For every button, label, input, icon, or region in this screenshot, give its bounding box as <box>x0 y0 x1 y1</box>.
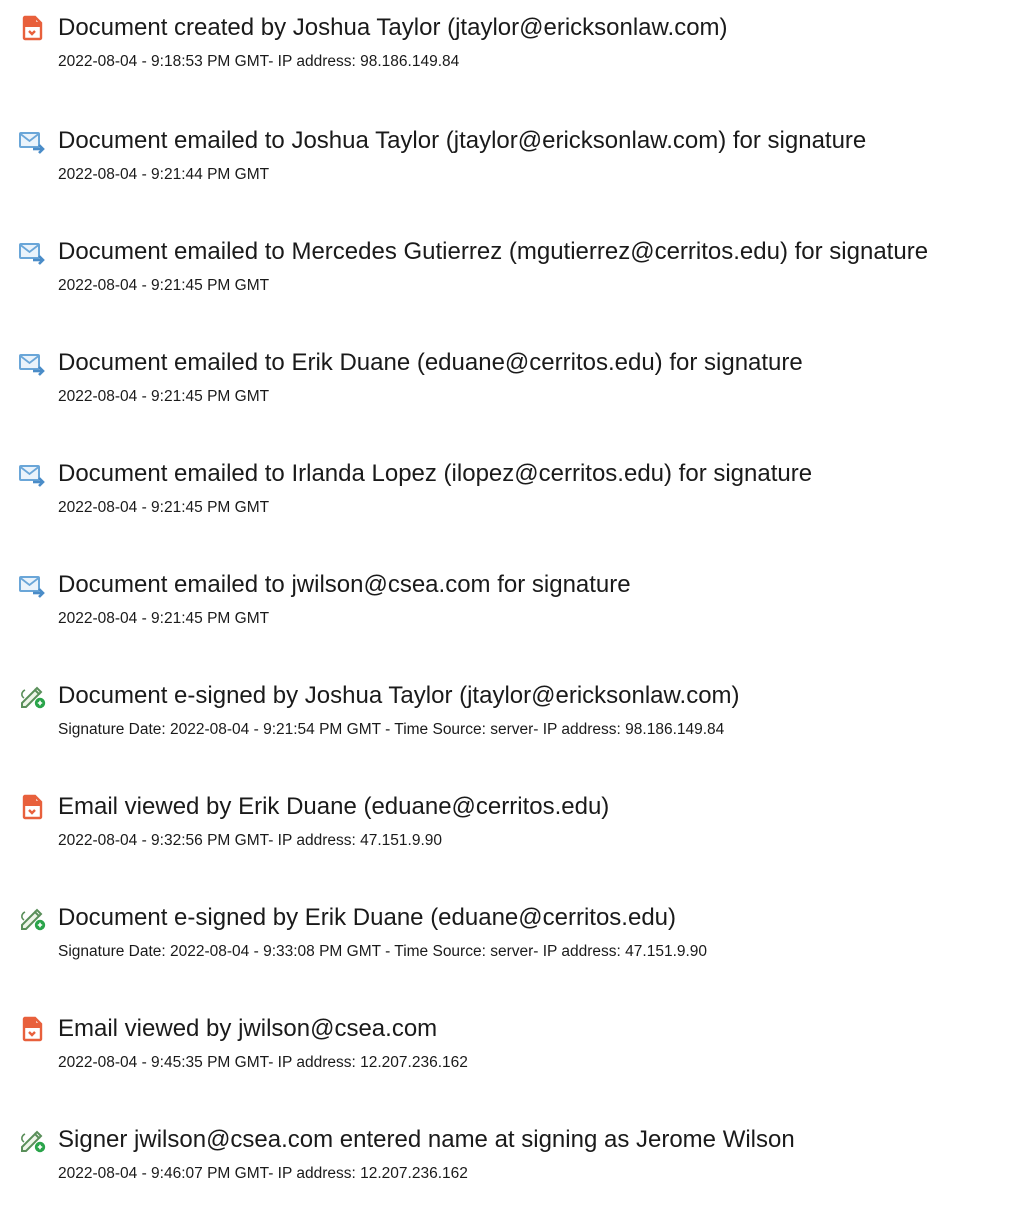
event-title: Document created by Joshua Taylor (jtayl… <box>58 14 728 41</box>
event-title: Signer jwilson@csea.com entered name at … <box>58 1126 795 1153</box>
email-sent-icon <box>18 571 46 599</box>
event-title: Document emailed to Mercedes Gutierrez (… <box>58 238 929 265</box>
esign-pen-icon <box>18 682 46 710</box>
audit-event: Document emailed to Mercedes Gutierrez (… <box>0 238 1024 338</box>
audit-event: Signer jwilson@csea.com entered name at … <box>0 1126 1024 1226</box>
event-detail: 2022-08-04 - 9:45:35 PM GMT- IP address:… <box>58 1054 468 1071</box>
event-detail: 2022-08-04 - 9:21:45 PM GMT <box>58 277 270 294</box>
event-detail: 2022-08-04 - 9:21:45 PM GMT <box>58 388 270 405</box>
event-detail: 2022-08-04 - 9:21:45 PM GMT <box>58 610 270 627</box>
audit-event: Email viewed by Erik Duane (eduane@cerri… <box>0 793 1024 893</box>
event-detail: Signature Date: 2022-08-04 - 9:33:08 PM … <box>58 943 708 960</box>
email-sent-icon <box>18 238 46 266</box>
event-title: Document emailed to Irlanda Lopez (ilope… <box>58 460 813 487</box>
event-title: Document e-signed by Joshua Taylor (jtay… <box>58 682 740 709</box>
event-detail: 2022-08-04 - 9:32:56 PM GMT- IP address:… <box>58 832 442 849</box>
event-detail: 2022-08-04 - 9:46:07 PM GMT- IP address:… <box>58 1165 468 1182</box>
email-sent-icon <box>18 460 46 488</box>
audit-event: Document emailed to Joshua Taylor (jtayl… <box>0 127 1024 227</box>
event-title: Document e-signed by Erik Duane (eduane@… <box>58 904 677 931</box>
event-title: Document emailed to Joshua Taylor (jtayl… <box>58 127 867 154</box>
audit-event: Document emailed to Irlanda Lopez (ilope… <box>0 460 1024 560</box>
audit-event: Document emailed to jwilson@csea.com for… <box>0 571 1024 671</box>
event-detail: 2022-08-04 - 9:21:44 PM GMT <box>58 166 270 183</box>
document-icon <box>18 14 46 42</box>
document-icon <box>18 1015 46 1043</box>
event-detail: Signature Date: 2022-08-04 - 9:21:54 PM … <box>58 721 725 738</box>
esign-pen-icon <box>18 1126 46 1154</box>
event-title: Email viewed by jwilson@csea.com <box>58 1015 438 1042</box>
audit-event: Document created by Joshua Taylor (jtayl… <box>0 14 1024 114</box>
audit-event: Email viewed by jwilson@csea.com 2022-08… <box>0 1015 1024 1115</box>
event-title: Email viewed by Erik Duane (eduane@cerri… <box>58 793 610 820</box>
email-sent-icon <box>18 349 46 377</box>
audit-event: Document emailed to Erik Duane (eduane@c… <box>0 349 1024 449</box>
event-detail: 2022-08-04 - 9:18:53 PM GMT- IP address:… <box>58 53 460 70</box>
audit-event: Document e-signed by Joshua Taylor (jtay… <box>0 682 1024 782</box>
document-icon <box>18 793 46 821</box>
event-title: Document emailed to Erik Duane (eduane@c… <box>58 349 803 376</box>
email-sent-icon <box>18 127 46 155</box>
esign-pen-icon <box>18 904 46 932</box>
event-detail: 2022-08-04 - 9:21:45 PM GMT <box>58 499 270 516</box>
audit-event: Document e-signed by Erik Duane (eduane@… <box>0 904 1024 1004</box>
event-title: Document emailed to jwilson@csea.com for… <box>58 571 631 598</box>
